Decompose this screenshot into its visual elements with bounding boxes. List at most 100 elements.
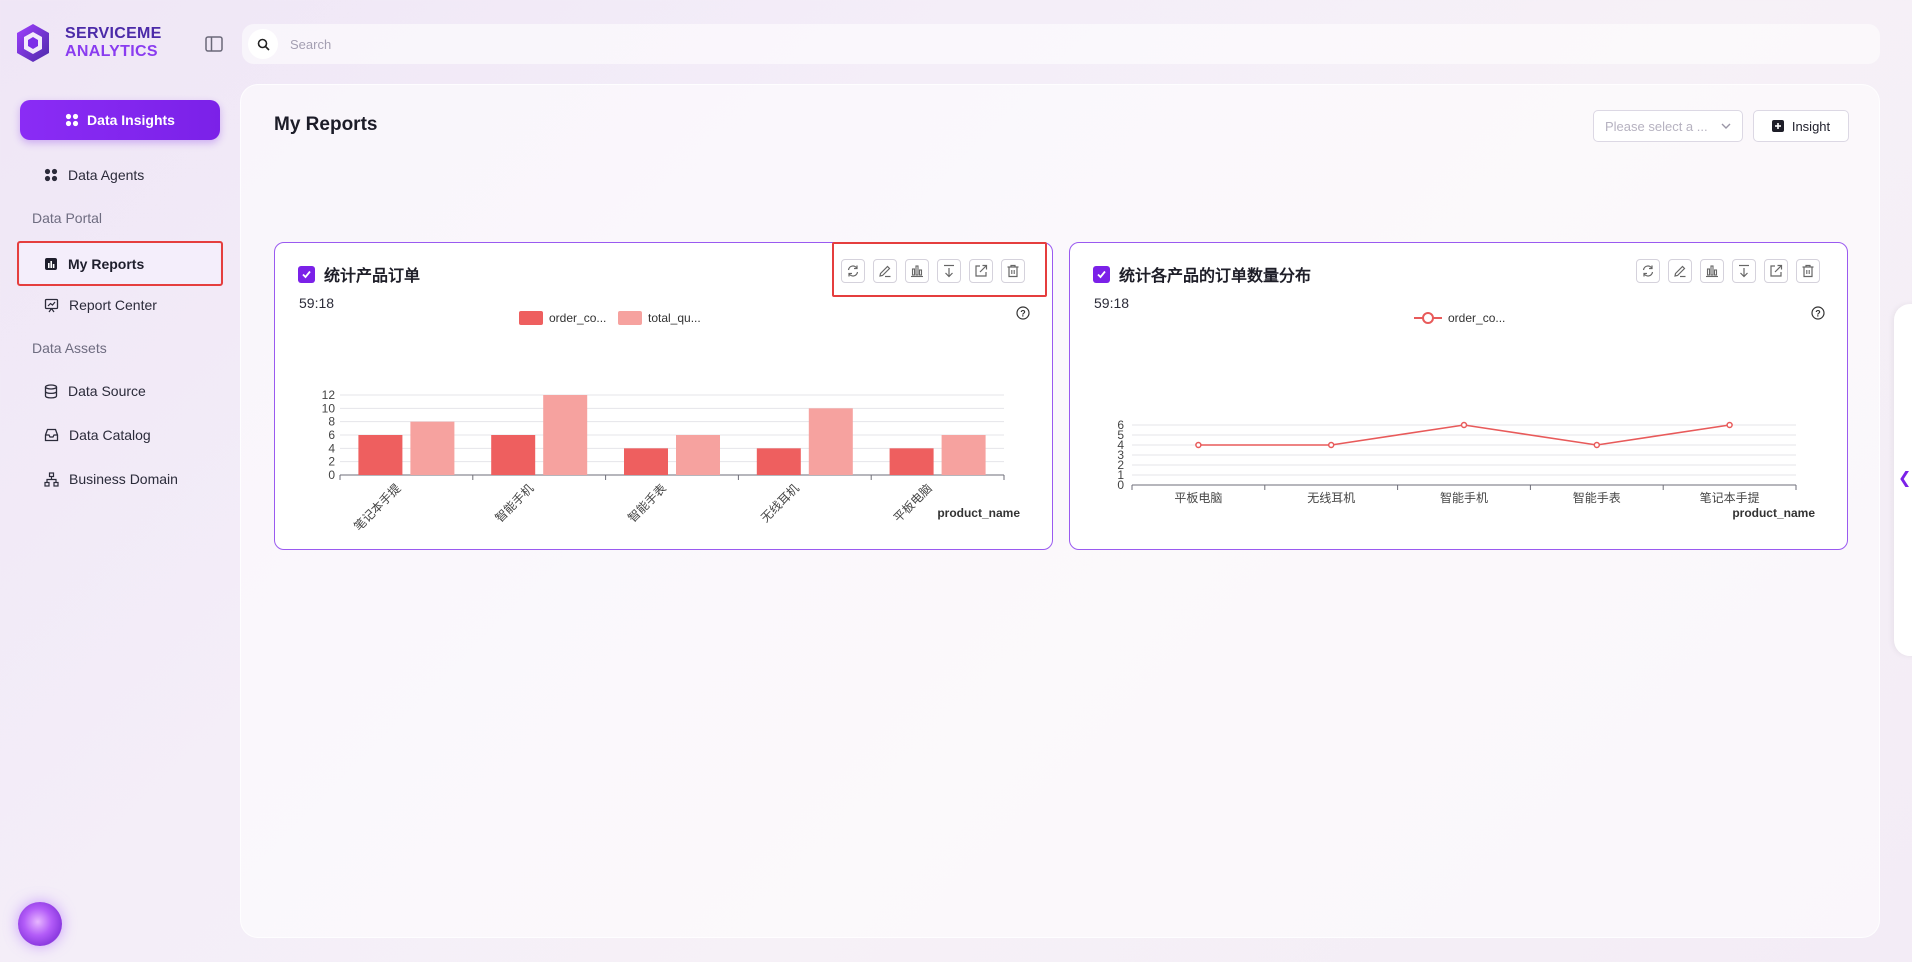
- bar-order-count: [756, 448, 801, 475]
- logo-icon: [17, 24, 49, 62]
- sidebar-item-data-agents[interactable]: Data Agents: [20, 156, 220, 194]
- pencil-icon: [1674, 265, 1686, 278]
- trash-icon: [1802, 264, 1814, 278]
- x-tick-label: 智能手表: [625, 481, 670, 526]
- report-card-2: 统计各产品的订单数量分布 59:18 ? order_co... 0 1 2 3 4 5 6 平…: [1069, 242, 1848, 550]
- legend-swatch: [618, 311, 642, 325]
- y-tick-label: 10: [322, 401, 336, 415]
- bar-order-count: [889, 448, 934, 475]
- card-checkbox[interactable]: [1093, 265, 1110, 283]
- y-tick-label: 8: [328, 415, 335, 429]
- logo-line1: SERVICEME: [65, 25, 162, 42]
- side-panel-toggle[interactable]: ❮: [1894, 304, 1912, 656]
- x-tick-label: 笔记本手提: [350, 481, 403, 533]
- assistant-orb-button[interactable]: [18, 902, 62, 946]
- data-insights-button[interactable]: Data Insights: [20, 100, 220, 140]
- sidebar-item-label: Data Source: [68, 383, 146, 399]
- inbox-icon: [44, 428, 59, 442]
- legend-swatch: [519, 311, 543, 325]
- x-tick-label: 智能手机: [1440, 490, 1488, 505]
- insight-label: Insight: [1791, 118, 1831, 134]
- sidebar-item-label: Business Domain: [69, 471, 178, 487]
- data-insights-label: Data Insights: [87, 112, 175, 128]
- card-toolbar: [1636, 259, 1820, 283]
- refresh-button[interactable]: [1636, 259, 1660, 283]
- logo-line2: ANALYTICS: [65, 43, 158, 60]
- app-logo[interactable]: SERVICEME ANALYTICS: [14, 22, 162, 64]
- legend-marker: [1422, 312, 1434, 324]
- chevron-left-icon: ❮: [1898, 470, 1912, 487]
- x-tick-label: 平板电脑: [891, 481, 935, 525]
- y-tick-label: 12: [322, 388, 336, 402]
- sidebar: SERVICEME ANALYTICS Data Insights Data A…: [0, 0, 240, 962]
- chart-type-button[interactable]: [1700, 259, 1724, 283]
- card-title: 统计产品订单: [324, 268, 421, 285]
- sidebar-toggle-icon[interactable]: [204, 35, 224, 53]
- x-tick-label: 平板电脑: [1174, 491, 1222, 505]
- delete-button[interactable]: [1796, 259, 1820, 283]
- open-external-button[interactable]: [1764, 259, 1788, 283]
- bar-order-count: [491, 435, 536, 475]
- y-tick-label: 0: [328, 468, 335, 482]
- search-icon[interactable]: [248, 29, 278, 59]
- insight-button[interactable]: Insight: [1753, 110, 1849, 142]
- x-axis-name: product_name: [1732, 506, 1815, 520]
- bar-order-count: [358, 435, 403, 475]
- edit-button[interactable]: [1668, 259, 1692, 283]
- sidebar-item-data-source[interactable]: Data Source: [20, 372, 220, 410]
- page-title: My Reports: [274, 114, 378, 135]
- dots-grid-icon: [44, 168, 58, 182]
- highlight-outline: [832, 242, 1047, 297]
- x-tick-label: 智能手机: [492, 481, 537, 526]
- bar-total-quantity: [410, 421, 455, 475]
- bar-total-quantity: [543, 395, 588, 475]
- dots-grid-icon: [65, 113, 79, 127]
- x-tick-label: 无线耳机: [1307, 491, 1355, 505]
- data-point: [1195, 441, 1202, 449]
- data-point: [1726, 421, 1733, 429]
- sidebar-item-report-center[interactable]: Report Center: [20, 286, 220, 324]
- data-point: [1460, 421, 1468, 429]
- download-button[interactable]: [1732, 259, 1756, 283]
- database-icon: [44, 383, 58, 399]
- search-bar[interactable]: [242, 24, 1880, 64]
- highlight-outline: [17, 241, 223, 286]
- legend-label: order_co...: [549, 311, 606, 325]
- legend-label: order_co...: [1448, 311, 1505, 325]
- section-data-portal: Data Portal: [32, 210, 103, 226]
- sidebar-item-label: Data Agents: [68, 167, 145, 183]
- select-placeholder: Please select a ...: [1605, 118, 1708, 134]
- refresh-icon: [1642, 265, 1654, 277]
- x-tick-label: 智能手表: [1573, 490, 1621, 505]
- chevron-down-icon: [1721, 123, 1731, 129]
- x-axis-name: product_name: [937, 506, 1020, 520]
- plus-square-icon: [1771, 120, 1784, 132]
- bar-total-quantity: [676, 435, 720, 475]
- hierarchy-icon: [44, 471, 59, 487]
- x-tick-label: 笔记本手提: [1700, 490, 1760, 505]
- sidebar-item-data-catalog[interactable]: Data Catalog: [20, 416, 220, 454]
- external-link-icon: [1770, 264, 1783, 277]
- section-data-assets: Data Assets: [32, 340, 107, 356]
- main-panel: My Reports Please select a ... Insight 统…: [240, 84, 1880, 938]
- bar-total-quantity: [941, 435, 986, 475]
- y-tick-label: 6: [1117, 418, 1124, 432]
- report-select-dropdown[interactable]: Please select a ...: [1593, 110, 1743, 142]
- bar-total-quantity: [808, 408, 853, 475]
- card-title: 统计各产品的订单数量分布: [1119, 268, 1312, 285]
- bar-order-count: [624, 448, 668, 475]
- card-checkbox[interactable]: [298, 265, 315, 283]
- presentation-chart-icon: [44, 298, 59, 312]
- x-tick-label: 无线耳机: [758, 481, 802, 525]
- data-point: [1593, 441, 1601, 449]
- sidebar-item-label: Report Center: [69, 297, 157, 313]
- data-point: [1327, 441, 1335, 449]
- sidebar-item-label: Data Catalog: [69, 427, 151, 443]
- y-tick-label: 4: [328, 441, 335, 455]
- search-input[interactable]: [290, 36, 1790, 52]
- y-tick-label: 6: [328, 428, 335, 442]
- download-icon: [1739, 264, 1749, 278]
- sidebar-item-business-domain[interactable]: Business Domain: [20, 460, 220, 498]
- y-tick-label: 2: [328, 455, 335, 469]
- bar-chart: order_co... total_qu... 024681012 笔记本手提 智能手机…: [322, 311, 1005, 533]
